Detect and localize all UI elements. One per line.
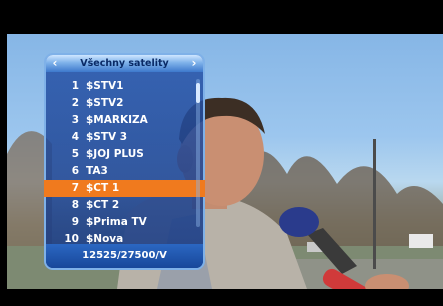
- channel-list-panel: ‹ Všechny satelity › 1 $STV1 2 $STV2 3 $MARKI…: [44, 53, 205, 270]
- transponder-info: 12525/27500/V: [82, 250, 167, 261]
- channel-name: $CT 1: [86, 182, 120, 194]
- channel-row[interactable]: 9 $Prima TV: [46, 214, 203, 231]
- channel-row[interactable]: 5 $JOJ PLUS: [46, 146, 203, 163]
- satellite-title: Všechny satelity: [80, 58, 169, 69]
- channel-number: 5: [71, 148, 79, 160]
- channel-name: $Prima TV: [86, 216, 147, 228]
- scrollbar-thumb[interactable]: [196, 83, 200, 103]
- channel-name: $STV2: [86, 97, 124, 109]
- channel-number: 4: [71, 131, 79, 143]
- channel-number: 7: [71, 182, 79, 194]
- channel-number: 8: [71, 199, 79, 211]
- channel-row[interactable]: 3 $MARKIZA: [46, 112, 203, 129]
- channel-number: 1: [71, 80, 79, 92]
- channel-name: $MARKIZA: [86, 114, 148, 126]
- scrollbar[interactable]: [196, 79, 200, 227]
- channel-name: $STV1: [86, 80, 124, 92]
- channel-name: TA3: [86, 165, 108, 177]
- channel-name: $CT 2: [86, 199, 120, 211]
- channel-name: $STV 3: [86, 131, 128, 143]
- transponder-footer: 12525/27500/V: [46, 244, 203, 268]
- channel-number: 6: [71, 165, 79, 177]
- channel-number: 2: [71, 97, 79, 109]
- chevron-left-icon[interactable]: ‹: [48, 55, 62, 72]
- satellite-header: ‹ Všechny satelity ›: [46, 55, 203, 72]
- channel-row[interactable]: 4 $STV 3: [46, 129, 203, 146]
- channel-row[interactable]: 6 TA3: [46, 163, 203, 180]
- channel-list: 1 $STV1 2 $STV2 3 $MARKIZA 4 $STV 3 5 $JOJ PLUS 6 T…: [44, 78, 205, 248]
- channel-number: 9: [71, 216, 79, 228]
- channel-row[interactable]: 2 $STV2: [46, 95, 203, 112]
- channel-row-selected[interactable]: 7 $CT 1: [44, 180, 205, 197]
- chevron-right-icon[interactable]: ›: [187, 55, 201, 72]
- channel-row[interactable]: 8 $CT 2: [46, 197, 203, 214]
- channel-row[interactable]: 1 $STV1: [46, 78, 203, 95]
- tv-screen: ‹ Všechny satelity › 1 $STV1 2 $STV2 3 $MARKI…: [0, 0, 443, 306]
- channel-number: 3: [71, 114, 79, 126]
- channel-name: $JOJ PLUS: [86, 148, 144, 160]
